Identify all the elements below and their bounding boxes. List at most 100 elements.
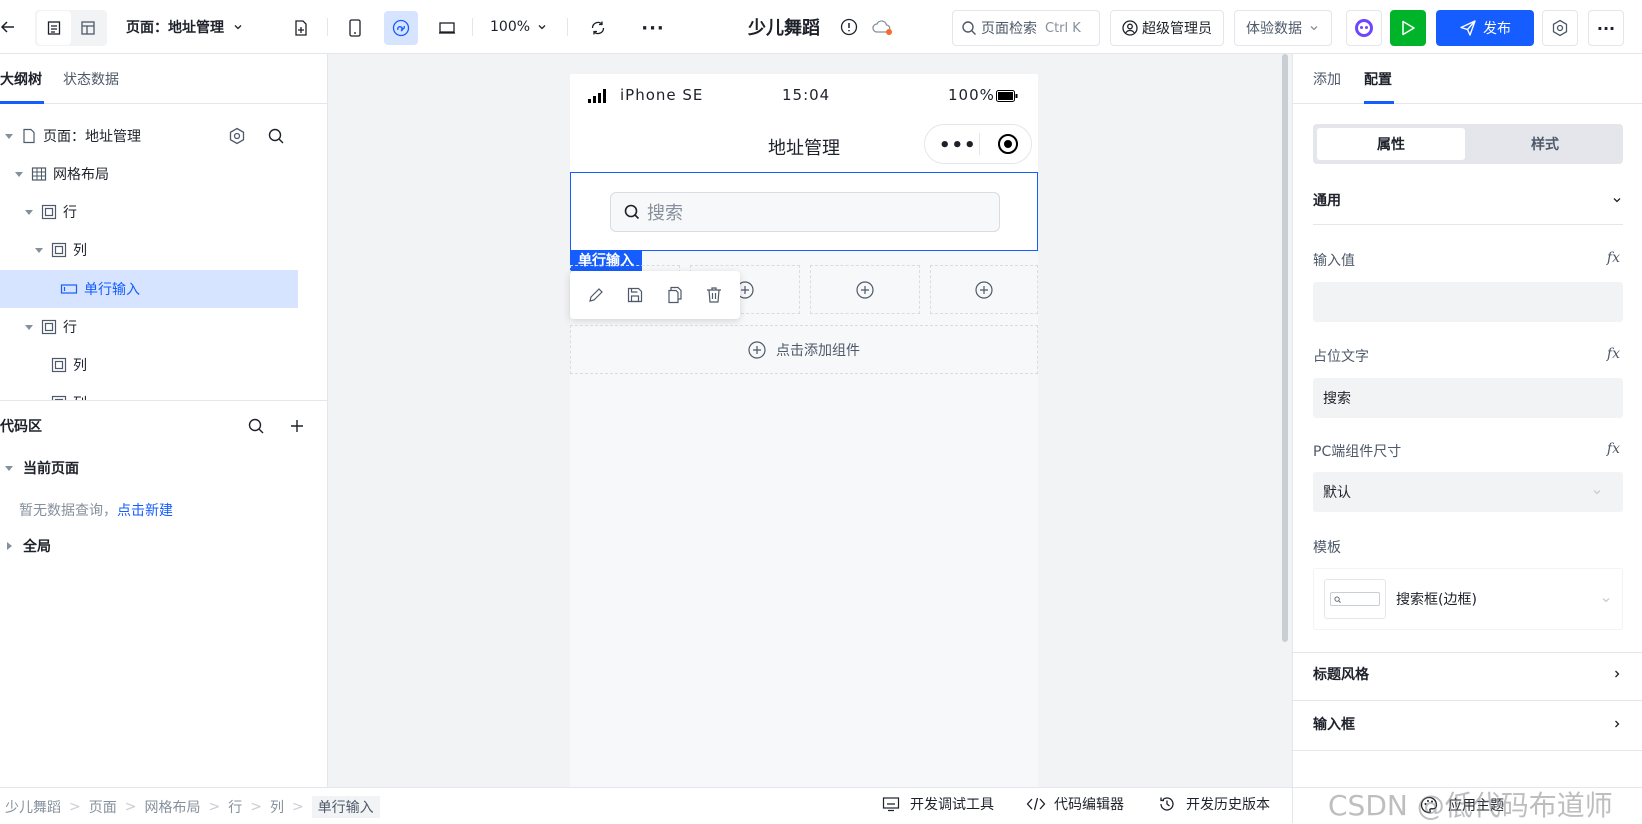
tab-config[interactable]: 配置 (1364, 69, 1392, 89)
cloud-sync-icon[interactable] (872, 18, 894, 36)
selected-search-component[interactable]: 搜索 (570, 172, 1038, 251)
settings-icon[interactable] (1542, 10, 1578, 46)
data-select[interactable]: 体验数据 (1234, 10, 1332, 46)
devtools-button[interactable]: 开发调试工具 (882, 794, 994, 814)
chevron-right-icon (1615, 720, 1620, 728)
run-button[interactable] (1390, 10, 1426, 46)
create-query-link[interactable]: 点击新建 (117, 503, 173, 519)
page-search-box[interactable]: 页面检索 Ctrl K (952, 10, 1100, 46)
tree-search-icon[interactable] (267, 127, 285, 145)
code-editor-label: 代码编辑器 (1054, 797, 1124, 813)
edit-icon[interactable] (587, 286, 605, 304)
capsule-more-icon[interactable]: ••• (939, 135, 977, 156)
breadcrumb-item[interactable]: 列 (270, 797, 284, 817)
breadcrumb-item[interactable]: 行 (228, 797, 242, 817)
code-area-title: 代码区 (0, 419, 42, 435)
more-menu-icon[interactable]: ··· (1588, 10, 1624, 46)
doc-view-icon[interactable] (37, 11, 71, 45)
placeholder-field[interactable]: 搜索 (1313, 378, 1623, 418)
seg-properties[interactable]: 属性 (1317, 128, 1465, 160)
back-icon[interactable] (0, 14, 16, 40)
divider (472, 18, 473, 36)
publish-button[interactable]: 发布 (1436, 10, 1534, 46)
breadcrumb-current[interactable]: 单行输入 (311, 796, 380, 818)
miniprogram-device-icon[interactable] (384, 11, 418, 45)
title-style-label: 标题风格 (1313, 667, 1369, 683)
page-select-label: 页面：地址管理 (126, 20, 224, 36)
signal-icon (588, 89, 606, 103)
play-icon (1402, 20, 1415, 36)
admin-button[interactable]: 超级管理员 (1110, 10, 1224, 46)
tree-node-input-selected[interactable]: 单行输入 (0, 270, 298, 308)
add-component-zone[interactable]: 点击添加组件 (570, 325, 1038, 374)
more-icon[interactable]: ··· (636, 11, 670, 45)
page-settings-icon[interactable] (228, 127, 246, 145)
col-icon (51, 242, 67, 258)
tab-outline[interactable]: 大纲树 (0, 69, 42, 89)
code-icon (1026, 797, 1046, 811)
tab-state-data[interactable]: 状态数据 (63, 69, 119, 89)
fx-icon[interactable]: fx (1607, 346, 1620, 362)
desktop-device-icon[interactable] (430, 11, 464, 45)
tree-node-col[interactable]: 列 (51, 346, 87, 384)
grid-cell[interactable] (810, 265, 920, 314)
general-section-header[interactable]: 通用 (1313, 190, 1623, 210)
code-search-icon[interactable] (247, 417, 265, 435)
ai-assistant-icon[interactable] (1346, 10, 1382, 46)
monitor-icon (882, 797, 900, 812)
divider (1292, 788, 1293, 823)
save-icon[interactable] (626, 286, 644, 304)
breadcrumb-item[interactable]: 页面 (89, 797, 117, 817)
copy-icon[interactable] (666, 286, 684, 304)
capsule-button[interactable]: ••• (924, 124, 1032, 164)
tree-label: 页面：地址管理 (43, 129, 141, 145)
breadcrumb-item[interactable]: 网格布局 (144, 797, 200, 817)
canvas-scrollbar[interactable] (1282, 54, 1288, 642)
tree-node-col[interactable]: 列 (51, 384, 87, 400)
history-button[interactable]: 开发历史版本 (1158, 794, 1270, 814)
tree-node-page[interactable]: 页面：地址管理 (5, 117, 325, 155)
layout-view-icon[interactable] (71, 11, 105, 45)
tree-node-row[interactable]: 行 (25, 193, 77, 231)
mobile-device-icon[interactable] (338, 11, 372, 45)
title-style-section[interactable]: 标题风格 (1313, 664, 1623, 684)
col-icon (51, 357, 67, 373)
seg-style[interactable]: 样式 (1471, 128, 1619, 160)
add-circle-icon[interactable] (975, 280, 993, 299)
divider (567, 18, 568, 36)
tree-node-grid[interactable]: 网格布局 (15, 155, 109, 193)
tree-node-row[interactable]: 行 (25, 308, 77, 346)
fx-icon[interactable]: fx (1607, 250, 1620, 266)
tab-add[interactable]: 添加 (1313, 69, 1341, 89)
input-box-section[interactable]: 输入框 (1313, 714, 1623, 734)
delete-icon[interactable] (705, 286, 723, 304)
tree-node-current-page[interactable]: 当前页面 (5, 449, 79, 487)
page-select[interactable]: 页面：地址管理 (126, 14, 244, 40)
tree-node-col[interactable]: 列 (35, 231, 87, 269)
refresh-icon[interactable] (581, 11, 615, 45)
chevron-down-icon (234, 25, 242, 30)
breadcrumb-item[interactable]: 少儿舞蹈 (5, 797, 61, 817)
phone-search-input[interactable]: 搜索 (610, 192, 1000, 232)
capsule-close-icon[interactable] (997, 133, 1019, 155)
admin-label: 超级管理员 (1142, 21, 1212, 37)
size-value: 默认 (1323, 485, 1351, 501)
new-page-icon[interactable] (284, 11, 318, 45)
grid-cell[interactable] (930, 265, 1038, 314)
watermark: CSDN @低代码布道师 (1328, 789, 1613, 822)
send-icon (1460, 20, 1476, 36)
template-select[interactable]: 搜索框(边框) (1313, 568, 1623, 630)
size-select[interactable]: 默认 (1313, 472, 1623, 512)
info-icon[interactable] (840, 18, 858, 36)
add-circle-icon[interactable] (856, 280, 874, 299)
zoom-select[interactable]: 100% (490, 14, 548, 40)
add-icon[interactable] (289, 418, 305, 434)
tree-node-global[interactable]: 全局 (5, 527, 51, 565)
code-editor-button[interactable]: 代码编辑器 (1026, 794, 1124, 814)
active-tab-indicator (0, 101, 44, 104)
fx-icon[interactable]: fx (1607, 441, 1620, 457)
carrier-label: iPhone SE (620, 86, 704, 104)
input-value-field[interactable] (1313, 282, 1623, 322)
global-label: 全局 (23, 539, 51, 555)
divider (327, 18, 328, 36)
